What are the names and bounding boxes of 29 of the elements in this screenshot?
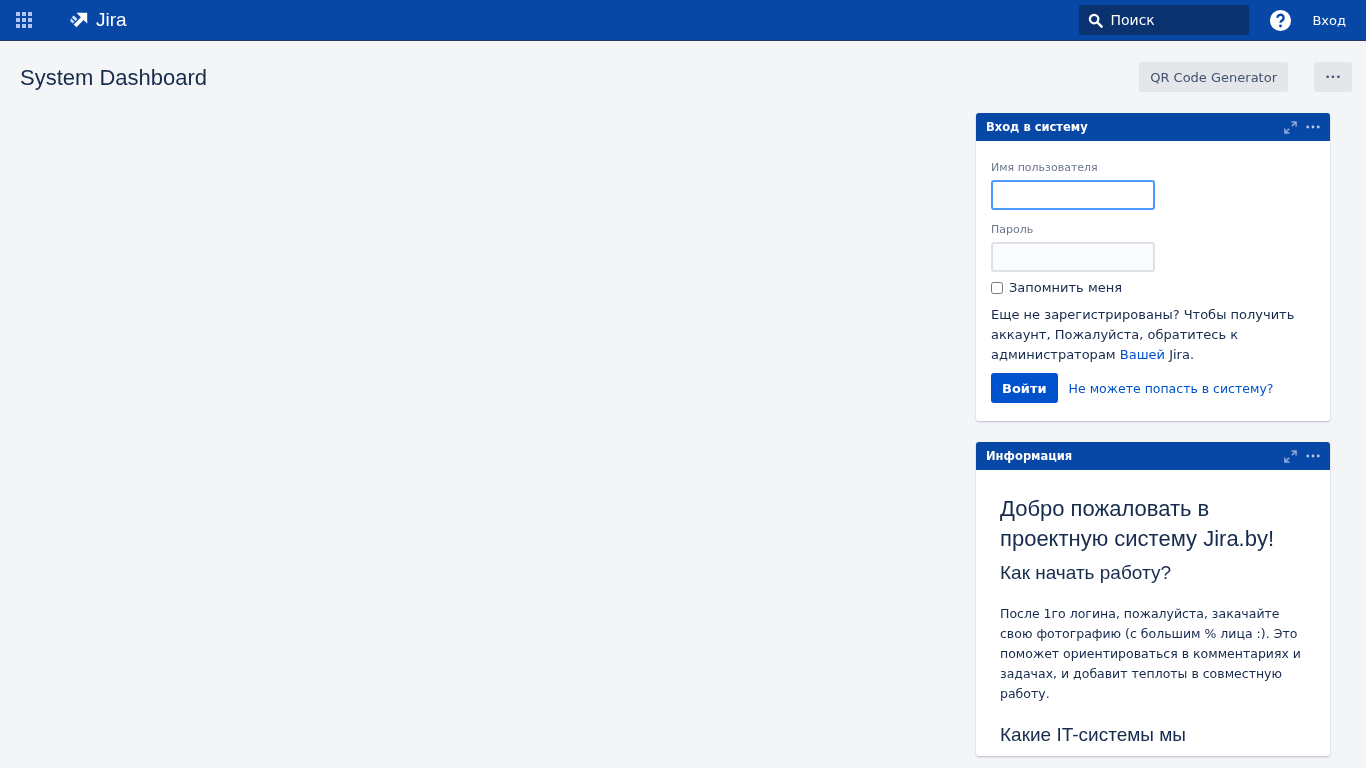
more-icon[interactable] [1306,125,1320,129]
gadget-title: Информация [986,449,1074,463]
password-field[interactable] [991,242,1155,272]
section-heading: Какие IT-системы мы [1000,724,1187,746]
expand-icon[interactable] [1284,449,1297,463]
welcome-heading: Добро пожаловать в проектную систему Jira.by! [1000,495,1276,553]
search-icon [1088,13,1104,28]
login-button[interactable]: Войти [991,373,1058,403]
cannot-log-in-link[interactable]: Не можете попасть в систему? [1068,380,1274,396]
section-heading: Как начать работу? [1000,562,1172,584]
gadget-title: Вход в систему [986,120,1089,134]
registration-note: Еще не зарегистрированы? Чтобы получить аккаунт, Пожалуйста, обратитесь к администраторам Вашей Jira. [991,306,1296,364]
app-grid-icon[interactable] [15,11,33,29]
expand-icon[interactable] [1284,120,1297,134]
login-link[interactable]: Вход [1312,12,1346,28]
more-button[interactable]: ••• [1314,62,1352,92]
remember-label: Запомнить меня [1009,280,1122,295]
page-title: System Dashboard [20,65,209,91]
your-jira-link[interactable]: Вашей [1119,347,1165,362]
remember-checkbox[interactable] [991,281,1003,294]
password-label: Пароль [991,223,1034,236]
more-icon[interactable] [1306,454,1320,458]
username-label: Имя пользователя [991,161,1098,174]
search-field[interactable]: Поиск [1079,5,1250,35]
username-field[interactable] [991,180,1155,210]
info-paragraph: После 1го логина, пожалуйста, закачайте свою фотографию (с большим % лица :). Это поможет ориентироваться в комментариях и задачах, и добавит теплоты в совместную работу. [1000,605,1302,703]
logo-text[interactable]: Jira [96,9,127,31]
help-icon[interactable] [1269,8,1293,32]
qr-code-generator-button[interactable]: QR Code Generator [1139,62,1288,92]
